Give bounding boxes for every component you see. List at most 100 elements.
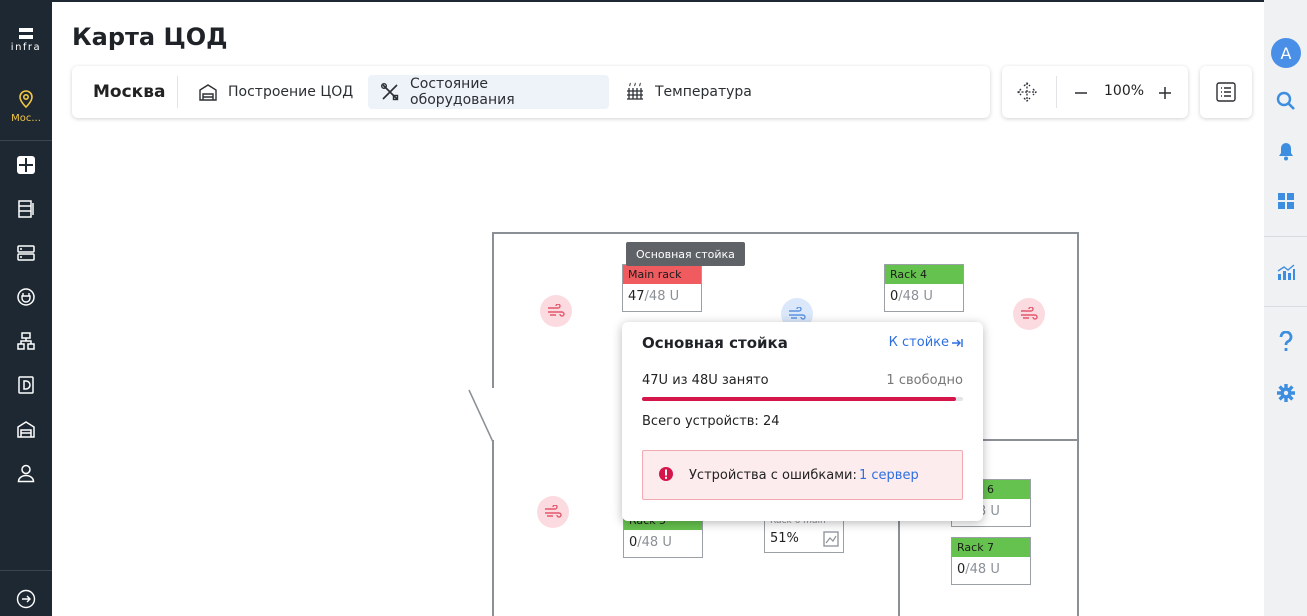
nav-divider	[1264, 306, 1307, 307]
wall	[492, 232, 1079, 234]
bell-icon	[1279, 143, 1293, 161]
rack-main[interactable]: Main rack 47/48 U	[622, 264, 702, 312]
search-icon	[1276, 91, 1295, 110]
nav-divider	[0, 140, 52, 141]
heater-icon	[627, 82, 643, 100]
plus-icon	[1159, 87, 1171, 99]
zoom-out-button[interactable]	[1074, 83, 1088, 105]
rack-name: Rack 7	[952, 538, 1030, 557]
minus-icon	[1075, 92, 1087, 94]
rack-total: /48 U	[637, 535, 672, 550]
nav-users[interactable]	[13, 460, 39, 486]
rack-total: /48 U	[965, 562, 1000, 577]
settings-button[interactable]	[1274, 381, 1298, 405]
notifications-button[interactable]	[1274, 139, 1298, 163]
plug-icon	[17, 288, 35, 306]
legend-button[interactable]	[1200, 66, 1252, 118]
analytics-button[interactable]	[1274, 260, 1298, 284]
wall	[1077, 232, 1079, 616]
error-alert: Устройства с ошибками: 1 сервер	[642, 450, 963, 500]
rack-4[interactable]: Rack 4 0/48 U	[884, 264, 964, 312]
search-button[interactable]	[1274, 89, 1298, 113]
zoom-controls: 100%	[1002, 66, 1188, 118]
toolbar-divider	[177, 76, 178, 108]
rack-hover-tooltip: Основная стойка	[626, 242, 745, 266]
cooling-unit[interactable]	[537, 496, 569, 528]
rack-total: /48 U	[644, 289, 680, 304]
error-icon	[659, 467, 673, 481]
location-pin-icon	[19, 90, 33, 109]
capacity-free: 1 свободно	[886, 373, 963, 388]
door	[468, 389, 494, 443]
wall	[492, 440, 494, 616]
go-to-rack-link[interactable]: К стойке	[889, 335, 963, 350]
sensor-value: 51%	[770, 531, 799, 546]
rack-total: /48 U	[898, 289, 933, 304]
wind-icon	[1021, 307, 1038, 320]
popup-title: Основная стойка	[642, 334, 788, 352]
device-icon	[18, 376, 34, 394]
nav-datacenter-map[interactable]	[13, 152, 39, 178]
zoom-in-button[interactable]	[1158, 83, 1172, 105]
device-count: Всего устройств: 24	[642, 414, 780, 429]
page-title: Карта ЦОД	[72, 23, 228, 51]
chart-icon	[823, 531, 839, 547]
nav-collapse[interactable]	[13, 586, 39, 612]
location-label: Мос...	[11, 113, 41, 124]
nav-racks[interactable]	[13, 196, 39, 222]
tab-label: Температура	[655, 84, 752, 100]
question-icon	[1279, 331, 1293, 351]
rack-name: Rack 4	[885, 265, 963, 284]
dashboard-button[interactable]	[1274, 189, 1298, 213]
location-switcher[interactable]: Мос...	[0, 90, 52, 124]
nav-buildings[interactable]	[13, 416, 39, 442]
expand-arrow-icon	[16, 589, 36, 609]
wind-icon	[545, 505, 562, 518]
tab-label: Построение ЦОД	[228, 84, 354, 100]
rack-usage: 0/48 U	[624, 530, 702, 557]
nav-network[interactable]	[13, 328, 39, 354]
fit-view-button[interactable]	[1017, 82, 1037, 106]
error-devices-link[interactable]: 1 сервер	[859, 468, 919, 483]
rack-popup: Основная стойка К стойке 47U из 48U заня…	[622, 322, 983, 521]
app-logo[interactable]: infra	[0, 28, 52, 53]
logo-text: infra	[10, 42, 42, 53]
nav-servers[interactable]	[13, 240, 39, 266]
list-icon	[1216, 82, 1236, 102]
city-name: Москва	[93, 82, 166, 102]
tab-equipment-status[interactable]: Состояние оборудования	[368, 75, 609, 109]
user-icon	[17, 464, 35, 483]
arrow-right-icon	[952, 338, 963, 347]
cooling-unit[interactable]	[540, 295, 572, 327]
left-sidebar: infra Мос...	[0, 0, 52, 616]
cooling-unit[interactable]	[1013, 298, 1045, 330]
warehouse-icon	[17, 421, 35, 438]
rack-7[interactable]: Rack 7 0/48 U	[951, 537, 1031, 585]
user-avatar[interactable]: A	[1271, 38, 1301, 68]
nav-divider	[1264, 236, 1307, 237]
nav-devices[interactable]	[13, 372, 39, 398]
view-toolbar: Москва Построение ЦОД Состояние оборудов…	[72, 66, 990, 118]
help-button[interactable]	[1274, 330, 1298, 354]
rack-usage: 47/48 U	[623, 284, 701, 311]
building-icon	[199, 84, 217, 101]
tools-icon	[381, 83, 399, 101]
rack-usage: 0/48 U	[952, 557, 1030, 584]
network-icon	[17, 332, 35, 350]
go-to-rack-label: К стойке	[888, 335, 949, 350]
zoom-level: 100%	[1104, 83, 1145, 99]
wind-icon	[789, 307, 806, 320]
error-alert-text: Устройства с ошибками:	[689, 468, 857, 483]
tab-build-datacenter[interactable]: Построение ЦОД	[186, 75, 365, 109]
tab-temperature[interactable]: Температура	[613, 75, 764, 109]
nav-divider	[0, 570, 52, 571]
tab-label: Состояние оборудования	[410, 76, 515, 108]
dashboard-icon	[1278, 193, 1294, 209]
wall	[492, 232, 494, 388]
gear-icon	[1277, 384, 1295, 402]
nav-power[interactable]	[13, 284, 39, 310]
main-content: Карта ЦОД Main rack 47/48 U Rack 4 0/48 …	[52, 0, 1264, 616]
capacity-bar-fill	[642, 397, 957, 401]
right-sidebar: A	[1264, 0, 1307, 616]
capacity-used: 47U из 48U занято	[642, 373, 769, 388]
